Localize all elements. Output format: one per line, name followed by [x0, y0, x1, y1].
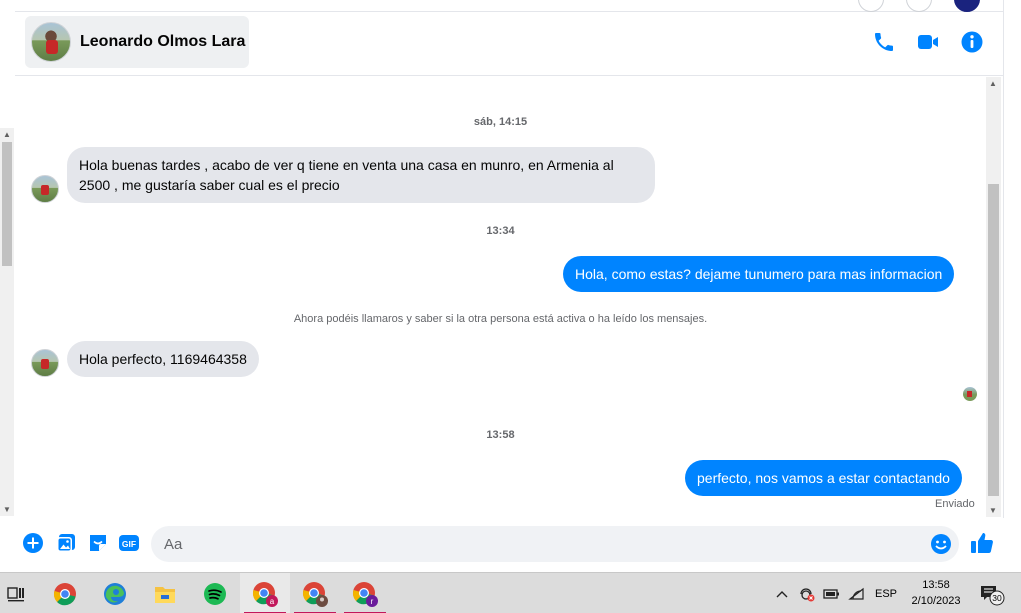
outgoing-message[interactable]: Hola, como estas? dejame tunumero para m… — [563, 256, 955, 292]
outgoing-message[interactable]: perfecto, nos vamos a estar contactando — [685, 460, 962, 496]
contact-name[interactable]: Leonardo Olmos Lara — [80, 33, 245, 51]
gif-label: GIF — [122, 539, 136, 549]
chrome-profile-a-icon[interactable]: a — [240, 573, 290, 613]
spotify-icon[interactable] — [190, 573, 240, 613]
system-notice: Ahora podéis llamaros y saber si la otra… — [293, 313, 708, 325]
top-strip — [15, 0, 1005, 12]
thumbs-up-icon[interactable] — [969, 530, 995, 556]
scrollbar-thumb[interactable] — [988, 184, 999, 496]
sent-status: Enviado — [935, 498, 975, 510]
phone-icon[interactable] — [872, 30, 896, 54]
incoming-message[interactable]: Hola buenas tardes , acabo de ver q tien… — [67, 147, 655, 203]
file-explorer-icon[interactable] — [140, 573, 190, 613]
clock-time: 13:58 — [922, 579, 950, 591]
conversation-pane: sáb, 14:15 Hola buenas tardes , acabo de… — [15, 77, 986, 517]
scroll-down-arrow[interactable]: ▼ — [989, 506, 997, 515]
window-edge — [1003, 0, 1021, 572]
notifications-icon[interactable]: 30 — [978, 573, 1008, 613]
language-indicator[interactable]: ESP — [875, 573, 897, 613]
sticker-icon[interactable] — [87, 532, 109, 554]
system-clock[interactable]: 13:58 2/10/2023 — [905, 577, 967, 609]
timestamp: 13:34 — [486, 225, 515, 237]
notification-count: 30 — [992, 593, 1002, 603]
profile-r-letter: r — [371, 597, 374, 606]
profile-a-letter: a — [270, 597, 275, 606]
incoming-message[interactable]: Hola perfecto, 1169464358 — [67, 341, 259, 377]
contact-avatar[interactable] — [31, 22, 71, 62]
chrome-icon[interactable] — [40, 573, 90, 613]
edge-icon[interactable] — [90, 573, 140, 613]
scroll-up-arrow[interactable]: ▲ — [3, 130, 11, 139]
scrollbar-thumb[interactable] — [2, 142, 12, 266]
chrome-profile-b-icon[interactable] — [290, 573, 340, 613]
gif-icon[interactable]: GIF — [118, 532, 140, 554]
chrome-profile-r-icon[interactable]: r — [340, 573, 390, 613]
conversation-scrollbar[interactable]: ▲ ▼ — [986, 77, 1001, 517]
timestamp: 13:58 — [486, 429, 515, 441]
scroll-down-arrow[interactable]: ▼ — [3, 505, 11, 514]
wifi-icon[interactable] — [848, 573, 866, 613]
top-avatar-partial[interactable] — [858, 0, 884, 12]
emoji-icon[interactable] — [930, 533, 952, 555]
task-view-icon[interactable] — [0, 573, 32, 613]
info-icon[interactable] — [960, 30, 984, 54]
top-avatar-partial[interactable] — [954, 0, 980, 12]
seen-indicator-avatar — [963, 387, 977, 401]
contact-chip[interactable]: Leonardo Olmos Lara — [25, 16, 249, 68]
timestamp: sáb, 14:15 — [473, 116, 528, 128]
scroll-up-arrow[interactable]: ▲ — [989, 79, 997, 88]
photo-icon[interactable] — [55, 532, 77, 554]
message-input[interactable] — [151, 526, 959, 562]
chat-header: Leonardo Olmos Lara — [15, 12, 1005, 76]
battery-icon[interactable] — [823, 573, 841, 613]
composer: GIF — [15, 518, 1005, 572]
sender-avatar[interactable] — [31, 349, 59, 377]
meet-now-icon[interactable] — [798, 573, 816, 613]
clock-date: 2/10/2023 — [911, 595, 961, 607]
windows-taskbar: a r ESP 13:58 2/10/2023 30 — [0, 572, 1021, 613]
plus-icon[interactable] — [22, 532, 44, 554]
outer-scrollbar[interactable]: ▲ ▼ — [0, 128, 14, 516]
sender-avatar[interactable] — [31, 175, 59, 203]
top-avatar-partial[interactable] — [906, 0, 932, 12]
show-hidden-icons-icon[interactable] — [776, 573, 788, 613]
video-camera-icon[interactable] — [916, 30, 940, 54]
